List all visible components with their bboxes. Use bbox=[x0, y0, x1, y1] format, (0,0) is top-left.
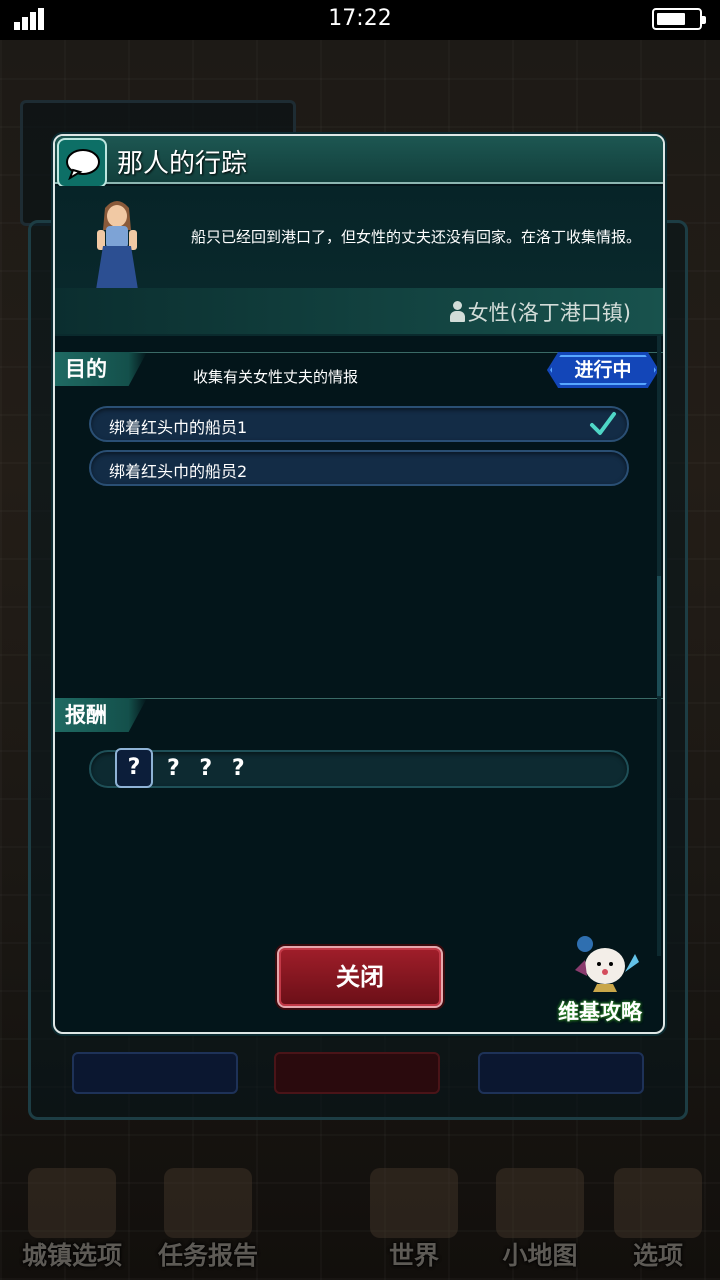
reward-label: ? ? ? bbox=[167, 756, 251, 781]
nav-minimap[interactable]: 小地图 bbox=[476, 1150, 604, 1280]
nav-world[interactable]: 世界 bbox=[350, 1150, 478, 1280]
nav-quest-report[interactable]: 任务报告 bbox=[144, 1150, 272, 1280]
checkmark-icon bbox=[590, 412, 616, 435]
background-button bbox=[478, 1052, 644, 1094]
chat-bubble-icon bbox=[57, 138, 107, 188]
status-label: 进行中 bbox=[574, 359, 632, 381]
dialog-title: 那人的行踪 bbox=[117, 149, 248, 179]
world-icon bbox=[370, 1168, 458, 1238]
person-icon bbox=[449, 301, 465, 323]
wiki-guide-label: 维基攻略 bbox=[558, 1000, 642, 1024]
reward-item: ? ? ? ? bbox=[89, 748, 629, 788]
npc-location-label: 女性(洛丁港口镇) bbox=[467, 301, 631, 325]
nav-options[interactable]: 选项 bbox=[598, 1150, 718, 1280]
town-icon bbox=[28, 1168, 116, 1238]
battery-icon bbox=[652, 8, 706, 30]
status-bar: 17:22 bbox=[0, 0, 720, 40]
nav-label: 选项 bbox=[632, 1241, 683, 1270]
npc-location-bar: 女性(洛丁港口镇) bbox=[55, 288, 663, 334]
wiki-guide-button[interactable]: 维基攻略 bbox=[545, 932, 655, 1028]
nav-label: 任务报告 bbox=[157, 1241, 258, 1270]
reward-header: 报酬 bbox=[55, 698, 147, 732]
bottom-nav: 城镇选项 任务报告 世界 小地图 选项 bbox=[0, 1150, 720, 1280]
status-badge: 进行中 bbox=[547, 352, 659, 388]
objective-item-label: 绑着红头巾的船员2 bbox=[109, 462, 248, 481]
objective-item: 绑着红头巾的船员1 bbox=[89, 406, 629, 442]
status-time: 17:22 bbox=[328, 6, 392, 31]
scrollbar[interactable] bbox=[657, 336, 661, 956]
objective-item: 绑着红头巾的船员2 bbox=[89, 450, 629, 486]
unknown-reward-icon: ? bbox=[115, 748, 153, 788]
minimap-icon bbox=[496, 1168, 584, 1238]
moogle-icon bbox=[575, 936, 639, 992]
book-icon bbox=[614, 1168, 702, 1238]
dialog-header: 那人的行踪 bbox=[55, 136, 663, 188]
objective-header: 目的 bbox=[55, 352, 147, 386]
objective-item-label: 绑着红头巾的船员1 bbox=[109, 418, 248, 437]
objective-text: 收集有关女性丈夫的情报 bbox=[193, 368, 359, 386]
quest-dialog: 那人的行踪 船只已经回到港口了，但女性的丈夫还没有回家。在洛丁收集情报。 女性(… bbox=[53, 134, 665, 1034]
npc-location: 女性(洛丁港口镇) bbox=[449, 297, 631, 327]
npc-description: 船只已经回到港口了，但女性的丈夫还没有回家。在洛丁收集情报。 bbox=[191, 228, 642, 246]
quest-icon bbox=[164, 1168, 252, 1238]
nav-label: 城镇选项 bbox=[21, 1241, 122, 1270]
close-button[interactable]: 关闭 bbox=[277, 946, 443, 1008]
background-button bbox=[274, 1052, 440, 1094]
nav-town-options[interactable]: 城镇选项 bbox=[8, 1150, 136, 1280]
background-button bbox=[72, 1052, 238, 1094]
